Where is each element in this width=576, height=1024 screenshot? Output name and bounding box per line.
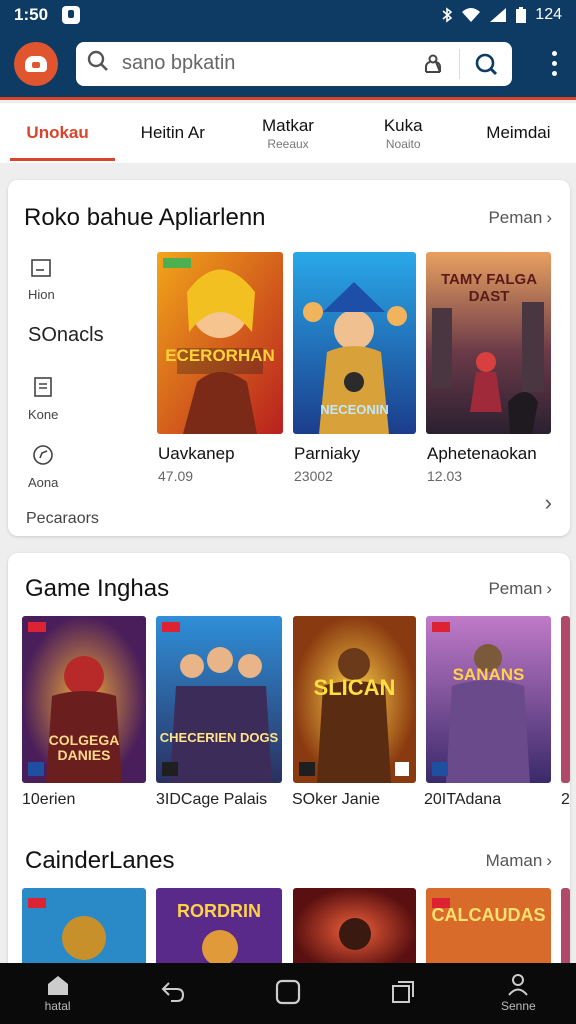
side-category-label: Kone <box>28 407 59 422</box>
tab-label: Kuka <box>383 115 423 135</box>
lens-icon[interactable] <box>470 48 502 80</box>
home-icon <box>45 974 71 999</box>
tab-2[interactable]: Matkar Reeaux <box>230 103 345 163</box>
app-size: 47.09 <box>158 468 194 484</box>
tab-sublabel: Reeaux <box>267 136 309 151</box>
status-bar: 1:50 124 <box>0 0 576 30</box>
game-tile-art-text: CALCAUDAS <box>431 905 546 925</box>
game-tile-art-text: RORDRIN <box>177 901 261 921</box>
app-tile-art-text: ECERORHAN <box>165 346 275 365</box>
see-more-label: Peman <box>488 208 543 227</box>
app-name: Aphetenaokan <box>427 444 537 463</box>
games-card: Game Inghas Peman › COLGEGA DANIES 10eri… <box>8 553 570 973</box>
app-tile-0[interactable] <box>157 252 283 434</box>
game-tile-9[interactable] <box>561 888 570 973</box>
notification-icon <box>62 6 81 24</box>
game-tile-3[interactable] <box>426 616 551 783</box>
game-tile-4[interactable] <box>561 616 570 783</box>
tab-1[interactable]: Heitin Ar <box>115 103 230 163</box>
calendar-icon <box>30 258 52 283</box>
game-tile-8[interactable] <box>426 888 551 973</box>
search-divider <box>459 48 460 79</box>
see-more-label: Peman <box>488 579 543 598</box>
wifi-icon <box>461 7 481 23</box>
chevron-right-icon[interactable]: › <box>545 490 552 516</box>
search-bar[interactable]: sano bpkatin <box>76 41 512 86</box>
app-bar: sano bpkatin <box>0 30 576 100</box>
signal-icon <box>489 7 507 23</box>
nav-home-square[interactable] <box>248 979 328 1008</box>
side-category-3[interactable]: Aona <box>28 444 58 490</box>
game-tile-7[interactable] <box>293 888 416 973</box>
app-name: Parniaky <box>294 444 361 463</box>
back-icon <box>159 979 187 1008</box>
game-name: 10erien <box>22 791 76 808</box>
search-input[interactable]: sano bpkatin <box>122 52 417 75</box>
recommended-apps-card: Roko bahue Apliarlenn Peman › Hion SOnac… <box>8 180 570 536</box>
compass-icon <box>32 444 54 471</box>
game-tile-5[interactable] <box>22 888 146 973</box>
game-name: 2 <box>561 791 570 808</box>
search-icon[interactable] <box>86 49 110 78</box>
game-tile-art-text: COLGEGA DANIES <box>48 732 120 764</box>
tab-label: Matkar <box>262 115 314 135</box>
app-name: Uavkanep <box>158 444 235 463</box>
tab-label: Heitin Ar <box>140 123 205 142</box>
section-title: Game Inghas <box>25 575 170 602</box>
bluetooth-icon <box>441 7 453 23</box>
account-icon[interactable] <box>417 48 449 80</box>
game-name: SOker Janie <box>292 791 381 808</box>
tab-4[interactable]: Meimdai <box>461 103 576 163</box>
section-title: CainderLanes <box>25 847 175 874</box>
section-title: Roko bahue Apliarlenn <box>24 204 266 231</box>
chevron-right-icon: › <box>546 579 552 598</box>
person-icon <box>507 974 529 999</box>
section-footer-label[interactable]: Pecaraors <box>26 510 99 528</box>
app-tile-art-text: NECEONIN <box>320 402 389 417</box>
see-more-link[interactable]: Peman › <box>488 208 552 228</box>
side-category-1[interactable]: SOnacls <box>28 324 104 347</box>
nav-recents[interactable] <box>363 979 443 1008</box>
side-category-label: Aona <box>28 475 59 490</box>
nav-back[interactable] <box>133 979 213 1008</box>
game-tile-art-text: SLICAN <box>313 675 396 700</box>
chevron-right-icon: › <box>546 208 552 227</box>
bottom-navigation: hatal Senne <box>0 963 576 1024</box>
nav-label: hatal <box>44 999 71 1013</box>
overflow-menu-icon[interactable] <box>544 49 564 79</box>
side-category-2[interactable]: Kone <box>28 376 58 422</box>
status-time: 1:50 <box>14 5 49 24</box>
document-icon <box>32 376 54 403</box>
recents-icon <box>390 979 416 1008</box>
home-square-icon <box>275 979 301 1008</box>
app-logo[interactable] <box>14 41 58 86</box>
battery-icon <box>515 6 527 24</box>
see-more-label: Maman <box>485 851 543 870</box>
nav-home[interactable]: hatal <box>18 974 98 1013</box>
tab-label: Meimdai <box>486 123 551 142</box>
see-more-link[interactable]: Maman › <box>486 851 552 871</box>
app-size: 23002 <box>294 468 333 484</box>
app-size: 12.03 <box>427 468 463 484</box>
tab-3[interactable]: Kuka Noaito <box>346 103 461 163</box>
see-more-link[interactable]: Peman › <box>488 579 552 599</box>
side-category-0[interactable]: Hion <box>28 258 55 302</box>
game-name: 3IDCage Palais <box>156 791 268 808</box>
nav-label: Senne <box>500 999 536 1013</box>
app-tile-art-text: TAMY FALGA DAST <box>440 271 538 305</box>
battery-level: 124 <box>535 6 562 23</box>
tab-0[interactable]: Unokau <box>0 103 116 163</box>
category-tabs: Unokau Heitin Ar Matkar Reeaux Kuka Noai… <box>0 103 576 163</box>
tab-label: Unokau <box>26 123 89 142</box>
tab-sublabel: Noaito <box>385 136 421 151</box>
side-category-label: Hion <box>28 287 55 302</box>
game-tile-art-text: SANANS <box>452 665 525 684</box>
chevron-right-icon: › <box>546 851 552 870</box>
game-tile-1[interactable] <box>156 616 282 783</box>
game-tile-art-text: CHECERIEN DOGS <box>159 730 279 745</box>
nav-profile[interactable]: Senne <box>478 974 558 1013</box>
game-name: 20ITAdana <box>424 791 502 808</box>
